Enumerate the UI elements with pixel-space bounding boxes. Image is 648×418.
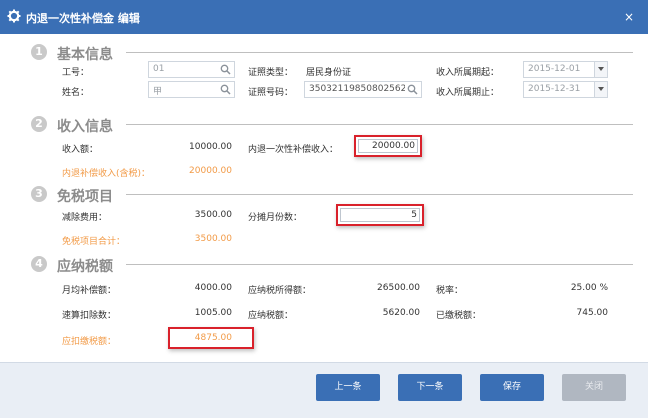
period-end-label: 收入所属期止： bbox=[436, 88, 500, 98]
exempt-total-label: 免税项目合计： bbox=[62, 237, 126, 247]
dialog-titlebar: 内退一次性补偿金 编辑 × bbox=[0, 0, 648, 34]
taxed-income-value: 20000.00 bbox=[189, 166, 232, 176]
search-icon[interactable] bbox=[220, 64, 231, 75]
withhold-label: 应扣缴税额： bbox=[62, 337, 117, 347]
section-number-basic: 1 bbox=[31, 44, 47, 60]
job-no-field[interactable]: 01 bbox=[148, 61, 235, 78]
job-no-value: 01 bbox=[153, 64, 165, 74]
payable-label: 应纳税额： bbox=[248, 311, 294, 321]
taxable-income-value: 26500.00 bbox=[377, 283, 420, 293]
quick-deduct-label: 速算扣除数： bbox=[62, 311, 117, 321]
id-type-label: 证照类型： bbox=[248, 68, 294, 78]
months-label: 分摊月份数： bbox=[248, 213, 303, 223]
taxed-income-label: 内退补偿收入(含税)： bbox=[62, 169, 151, 179]
paid-value: 745.00 bbox=[576, 308, 609, 318]
months-input[interactable]: 5 bbox=[340, 208, 420, 222]
section-divider bbox=[126, 194, 633, 195]
section-divider bbox=[126, 52, 633, 53]
period-start-label: 收入所属期起： bbox=[436, 68, 500, 78]
period-end-value: 2015-12-31 bbox=[528, 84, 581, 94]
section-title-exempt: 免税项目 bbox=[57, 189, 113, 205]
period-start-value: 2015-12-01 bbox=[528, 64, 581, 74]
tax-rate-value: 25.00 % bbox=[570, 283, 608, 293]
paid-label: 已缴税额： bbox=[436, 311, 482, 321]
lump-sum-label: 内退一次性补偿收入： bbox=[248, 145, 339, 155]
gear-icon bbox=[7, 9, 21, 23]
quick-deduct-value: 1005.00 bbox=[194, 308, 232, 318]
income-amount-label: 收入额： bbox=[62, 145, 99, 155]
section-number-exempt: 3 bbox=[31, 186, 47, 202]
close-icon[interactable]: × bbox=[624, 10, 634, 24]
section-title-basic: 基本信息 bbox=[57, 47, 113, 63]
prev-button[interactable]: 上一条 bbox=[316, 374, 380, 401]
chevron-down-icon[interactable] bbox=[594, 82, 607, 97]
lump-sum-value: 20000.00 bbox=[372, 141, 415, 151]
next-button[interactable]: 下一条 bbox=[398, 374, 462, 401]
payable-value: 5620.00 bbox=[382, 308, 420, 318]
chevron-down-icon[interactable] bbox=[594, 62, 607, 77]
id-no-value: 35032119850802562 bbox=[309, 84, 405, 94]
period-end-date[interactable]: 2015-12-31 bbox=[523, 81, 608, 98]
name-field[interactable]: 甲 bbox=[148, 81, 235, 98]
save-button[interactable]: 保存 bbox=[480, 374, 544, 401]
section-number-income: 2 bbox=[31, 116, 47, 132]
income-amount-value: 10000.00 bbox=[189, 142, 232, 152]
lump-sum-input[interactable]: 20000.00 bbox=[358, 139, 418, 153]
section-number-tax: 4 bbox=[31, 256, 47, 272]
months-value: 5 bbox=[411, 210, 417, 220]
job-no-label: 工号： bbox=[62, 68, 90, 78]
search-icon[interactable] bbox=[220, 84, 231, 95]
tax-rate-label: 税率： bbox=[436, 286, 464, 296]
deduct-label: 减除费用： bbox=[62, 213, 108, 223]
section-divider bbox=[126, 264, 633, 265]
close-button[interactable]: 关闭 bbox=[562, 374, 626, 401]
monthly-comp-value: 4000.00 bbox=[194, 283, 232, 293]
monthly-comp-label: 月均补偿额： bbox=[62, 286, 117, 296]
section-title-income: 收入信息 bbox=[57, 119, 113, 135]
dialog-title: 内退一次性补偿金 编辑 bbox=[26, 12, 140, 25]
taxable-income-label: 应纳税所得额： bbox=[248, 286, 312, 296]
section-divider bbox=[126, 124, 633, 125]
id-no-field[interactable]: 35032119850802562 bbox=[304, 81, 422, 98]
id-type-value: 居民身份证 bbox=[306, 68, 352, 78]
exempt-total-value: 3500.00 bbox=[194, 234, 232, 244]
name-value: 甲 bbox=[153, 87, 163, 97]
name-label: 姓名： bbox=[62, 88, 90, 98]
search-icon[interactable] bbox=[407, 84, 418, 95]
id-no-label: 证照号码： bbox=[248, 88, 294, 98]
withhold-value: 4875.00 bbox=[194, 333, 232, 343]
deduct-value: 3500.00 bbox=[194, 210, 232, 220]
period-start-date[interactable]: 2015-12-01 bbox=[523, 61, 608, 78]
section-title-tax: 应纳税额 bbox=[57, 259, 113, 275]
